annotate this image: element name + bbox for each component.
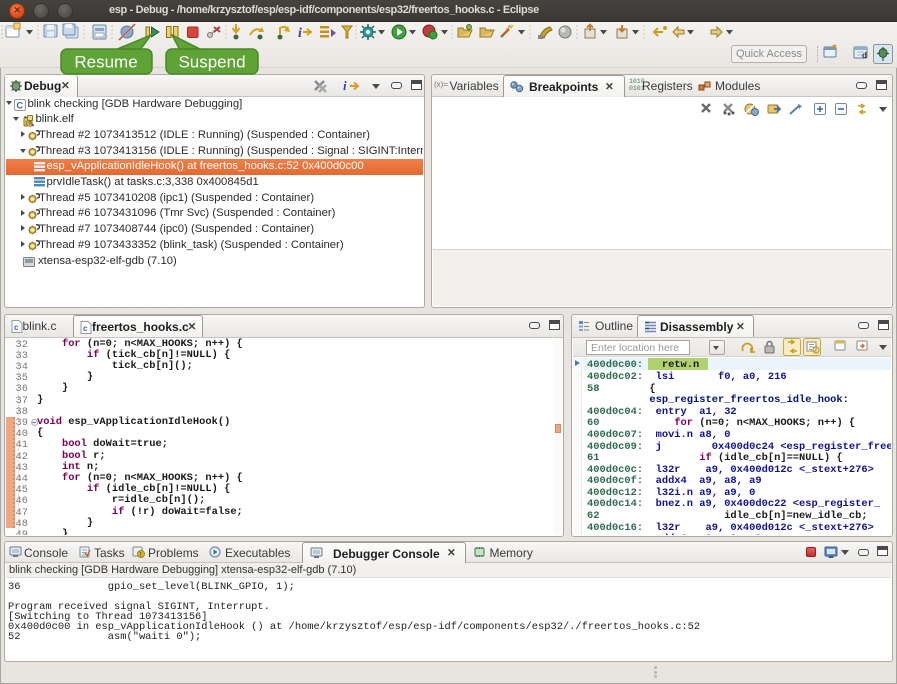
svg-text:Resume: Resume (74, 53, 137, 72)
svg-text:10: 10 (25, 119, 32, 126)
svg-text:!: ! (139, 553, 141, 559)
svg-text:Suspend: Suspend (178, 53, 245, 72)
svg-text:c: c (14, 323, 19, 332)
svg-text:C: C (17, 100, 24, 110)
svg-text:c: c (83, 324, 88, 333)
svg-text:d: d (862, 51, 867, 60)
svg-text:i: i (298, 26, 302, 41)
